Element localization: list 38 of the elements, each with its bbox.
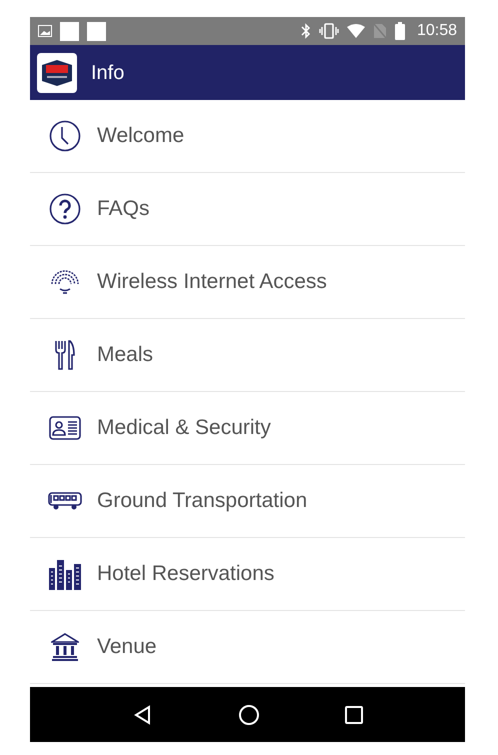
menu-item-label: Meals <box>97 342 154 368</box>
screen-title: Info <box>91 60 124 86</box>
menu-item-label: FAQs <box>97 196 150 222</box>
logo-icon <box>37 52 77 92</box>
no-sim-icon <box>372 23 387 39</box>
buildings-icon <box>48 558 82 590</box>
menu-item-label: Ground Transportation <box>97 488 308 514</box>
menu-item-label: Medical & Security <box>97 415 271 442</box>
menu-item-label: Welcome <box>97 123 184 150</box>
menu-item[interactable]: FAQs <box>30 173 465 246</box>
menu-item[interactable]: Hotel Reservations <box>30 538 465 611</box>
back-icon[interactable] <box>132 704 152 724</box>
question-icon <box>49 193 81 225</box>
notification-icon <box>60 22 79 40</box>
menu-item-label: Hotel Reservations <box>97 561 274 588</box>
clock-icon <box>49 120 81 152</box>
menu-item[interactable]: Medical & Security <box>30 392 465 465</box>
recents-icon[interactable] <box>344 706 362 724</box>
wifi-icon <box>50 270 80 294</box>
vibrate-icon <box>318 23 339 39</box>
building-columns-icon <box>51 633 79 661</box>
notification-icon <box>87 22 106 40</box>
clock-time: 10:58 <box>416 21 457 41</box>
menu-item-label: Venue <box>97 634 157 660</box>
bluetooth-icon <box>300 23 311 39</box>
wifi-signal-icon <box>346 24 365 38</box>
id-card-icon <box>49 416 81 440</box>
menu-item[interactable]: Welcome <box>30 100 465 173</box>
battery-icon <box>394 22 405 40</box>
menu-item[interactable]: Wireless Internet Access <box>30 246 465 319</box>
menu-item[interactable]: Meals <box>30 319 465 392</box>
menu-item[interactable]: Ground Transportation <box>30 465 465 538</box>
menu-item-label: Wireless Internet Access <box>97 269 327 296</box>
image-icon <box>38 25 52 37</box>
menu-item[interactable]: Venue <box>30 611 465 684</box>
bus-icon <box>48 491 82 511</box>
home-icon[interactable] <box>238 704 260 726</box>
fork-knife-icon <box>53 339 77 371</box>
